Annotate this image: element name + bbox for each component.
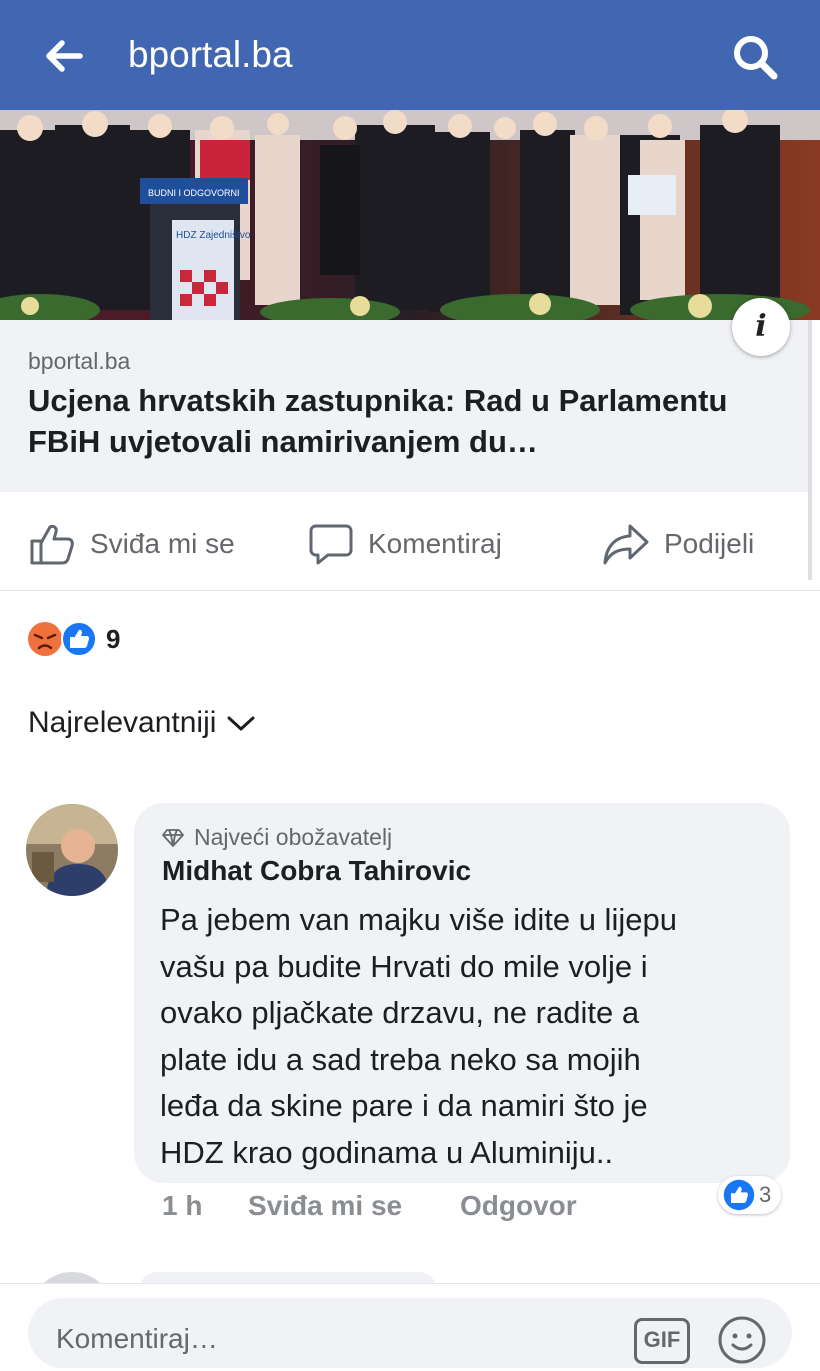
chevron-down-icon — [227, 716, 255, 731]
reactions-summary[interactable]: 9 — [26, 620, 120, 658]
comment-line: vašu pa budite Hrvati do mile volje i — [160, 948, 648, 984]
comment-input-placeholder: Komentiraj… — [56, 1323, 218, 1354]
sort-label: Najrelevantniji — [28, 706, 217, 739]
share-label: Podijeli — [664, 528, 755, 559]
like-icon — [61, 621, 97, 657]
like-label: Sviđa mi se — [90, 528, 235, 559]
diamond-icon — [162, 828, 184, 847]
user-avatar-photo — [26, 804, 118, 896]
share-arrow-icon — [603, 524, 649, 565]
info-button[interactable]: i — [732, 298, 790, 356]
link-title[interactable]: Ucjena hrvatskih zastupnika: Rad u Parla… — [28, 380, 798, 462]
search-icon — [734, 36, 778, 80]
comment-button[interactable]: Komentiraj — [308, 520, 502, 568]
comment-label: Komentiraj — [368, 528, 502, 559]
link-preview-image[interactable]: BUDNI I ODGOVORNI HDZ Zajedništvo — [0, 110, 820, 320]
thumbs-up-icon — [30, 524, 74, 565]
comment-line: plate idu a sad treba neko sa mojih — [160, 1041, 641, 1077]
top-fan-badge: Najveći obožavatelj — [162, 824, 392, 851]
page-title: bportal.ba — [128, 34, 293, 75]
gif-button[interactable]: GIF — [634, 1318, 690, 1364]
comment-bubble-icon — [309, 524, 353, 565]
comment-author[interactable]: Midhat Cobra Tahirovic — [162, 855, 471, 887]
comment-reaction-chip[interactable]: 3 — [718, 1176, 782, 1214]
comment-time: 1 h — [162, 1190, 203, 1221]
like-icon — [723, 1179, 755, 1211]
comment-line: ovako pljačkate drzavu, ne radite a — [160, 995, 640, 1030]
smiley-icon — [718, 1316, 766, 1364]
share-button[interactable]: Podijeli — [602, 520, 754, 568]
angry-icon — [28, 622, 62, 656]
arrow-left-icon — [46, 40, 83, 72]
comment-line: Pa jebem van majku više idite u lijepu — [160, 902, 677, 937]
back-button[interactable] — [38, 30, 90, 82]
comment-text: Pa jebem van majku više idite u lijepu v… — [160, 897, 780, 1176]
badge-label: Najveći obožavatelj — [194, 824, 393, 850]
top-bar — [0, 0, 820, 110]
group-photo: BUDNI I ODGOVORNI HDZ Zajedništvo — [0, 110, 820, 320]
avatar[interactable] — [26, 804, 118, 896]
emoji-button[interactable] — [716, 1314, 768, 1366]
comment-like-button[interactable]: Sviđa mi se — [248, 1190, 402, 1222]
comment-reply-button[interactable]: Odgovor — [460, 1190, 577, 1222]
sort-dropdown[interactable]: Najrelevantniji — [28, 706, 258, 740]
search-button[interactable] — [728, 30, 784, 86]
comment-line: HDZ krao godinama u Aluminiju.. — [160, 1134, 614, 1170]
like-button[interactable]: Sviđa mi se — [28, 520, 235, 568]
link-domain: bportal.ba — [28, 348, 131, 374]
podium-sign-text: BUDNI I ODGOVORNI — [148, 188, 240, 198]
comment-like-count: 3 — [759, 1182, 772, 1207]
banner-text: HDZ Zajedništvo — [176, 230, 251, 241]
comment-line: leđa da skine pare i da namiri što je — [160, 1088, 648, 1123]
reactions-count: 9 — [106, 623, 121, 654]
